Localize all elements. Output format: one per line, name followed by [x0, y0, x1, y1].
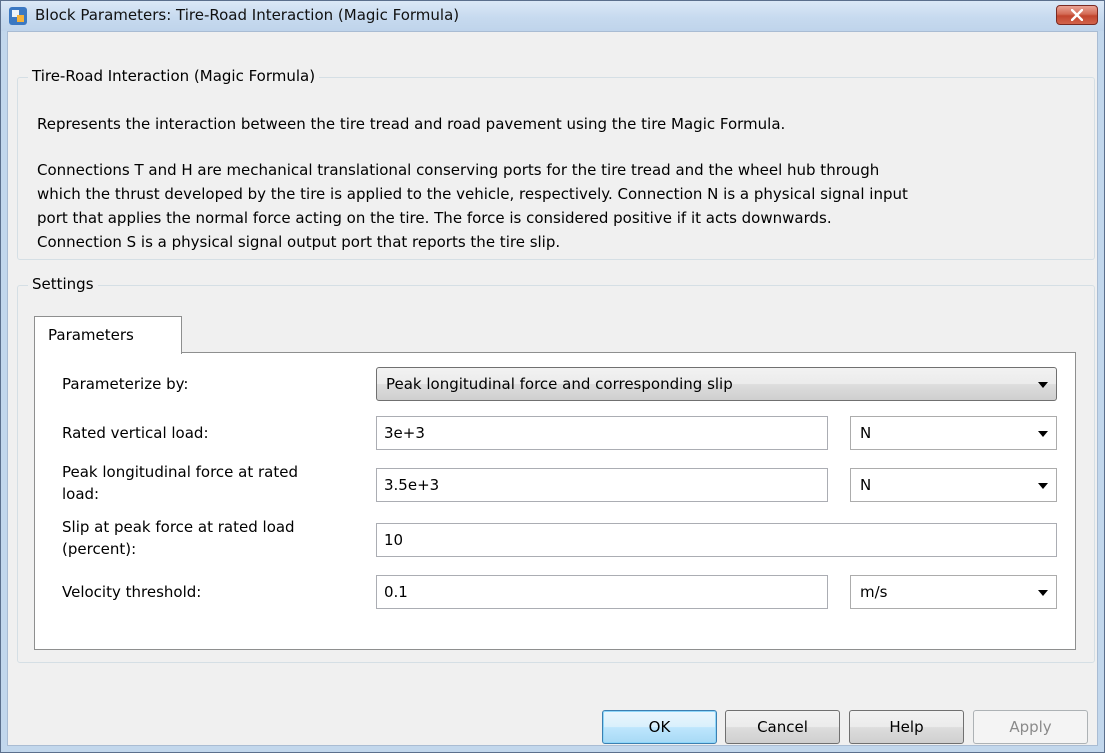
apply-button[interactable]: Apply	[973, 710, 1088, 744]
settings-group-title: Settings	[28, 275, 98, 293]
slip-at-peak-force-field[interactable]: 10	[376, 523, 1057, 557]
parameters-panel: Parameterize by: Peak longitudinal force…	[34, 352, 1076, 650]
rated-vertical-load-field[interactable]: 3e+3	[376, 416, 828, 450]
parameterize-by-value: Peak longitudinal force and correspondin…	[386, 375, 733, 393]
description-paragraph-2: Connections T and H are mechanical trans…	[37, 158, 1077, 254]
peak-longitudinal-force-label-line: Peak longitudinal force at rated	[62, 463, 299, 481]
tab-parameters[interactable]: Parameters	[34, 316, 182, 354]
rated-vertical-load-label-text: Rated vertical load:	[62, 424, 209, 442]
slip-at-peak-force-label-line: Slip at peak force at rated load	[62, 518, 295, 536]
parameterize-by-label-text: Parameterize by:	[62, 375, 189, 393]
velocity-threshold-label: Velocity threshold:	[62, 581, 352, 603]
rated-vertical-load-unit-select[interactable]: N	[850, 416, 1057, 450]
description-group: Tire-Road Interaction (Magic Formula) Re…	[17, 67, 1095, 260]
tab-parameters-label: Parameters	[48, 326, 134, 344]
velocity-threshold-unit-select[interactable]: m/s	[850, 575, 1057, 609]
parameterize-by-label: Parameterize by:	[62, 373, 352, 395]
chevron-down-icon	[1038, 590, 1048, 596]
peak-longitudinal-force-unit-select[interactable]: N	[850, 468, 1057, 502]
dialog-window: Block Parameters: Tire-Road Interaction …	[0, 0, 1105, 753]
slip-at-peak-force-label: Slip at peak force at rated load (percen…	[62, 516, 352, 560]
velocity-threshold-field[interactable]: 0.1	[376, 575, 828, 609]
title-bar[interactable]: Block Parameters: Tire-Road Interaction …	[1, 1, 1104, 31]
description-line: which the thrust developed by the tire i…	[37, 185, 908, 203]
description-line: Connections T and H are mechanical trans…	[37, 161, 880, 179]
simulink-block-icon	[9, 7, 27, 25]
help-button[interactable]: Help	[849, 710, 964, 744]
peak-longitudinal-force-unit: N	[860, 476, 872, 494]
close-icon	[1071, 9, 1083, 21]
description-line: port that applies the normal force actin…	[37, 209, 832, 227]
chevron-down-icon	[1038, 431, 1048, 437]
ok-button[interactable]: OK	[602, 710, 717, 744]
description-line: Connection S is a physical signal output…	[37, 233, 561, 251]
rated-vertical-load-unit: N	[860, 424, 872, 442]
description-group-title: Tire-Road Interaction (Magic Formula)	[28, 67, 320, 85]
slip-at-peak-force-label-line: (percent):	[62, 540, 137, 558]
peak-longitudinal-force-label-line: load:	[62, 485, 100, 503]
rated-vertical-load-label: Rated vertical load:	[62, 422, 352, 444]
cancel-button[interactable]: Cancel	[725, 710, 840, 744]
peak-longitudinal-force-field[interactable]: 3.5e+3	[376, 468, 828, 502]
peak-longitudinal-force-label: Peak longitudinal force at rated load:	[62, 461, 352, 505]
velocity-threshold-unit: m/s	[860, 583, 888, 601]
close-button[interactable]	[1056, 5, 1098, 25]
dialog-client-area: Tire-Road Interaction (Magic Formula) Re…	[7, 31, 1098, 746]
window-title: Block Parameters: Tire-Road Interaction …	[35, 6, 460, 24]
chevron-down-icon	[1038, 382, 1048, 388]
chevron-down-icon	[1038, 483, 1048, 489]
parameterize-by-select[interactable]: Peak longitudinal force and correspondin…	[376, 367, 1057, 401]
description-paragraph-1: Represents the interaction between the t…	[37, 115, 786, 133]
velocity-threshold-label-text: Velocity threshold:	[62, 583, 202, 601]
